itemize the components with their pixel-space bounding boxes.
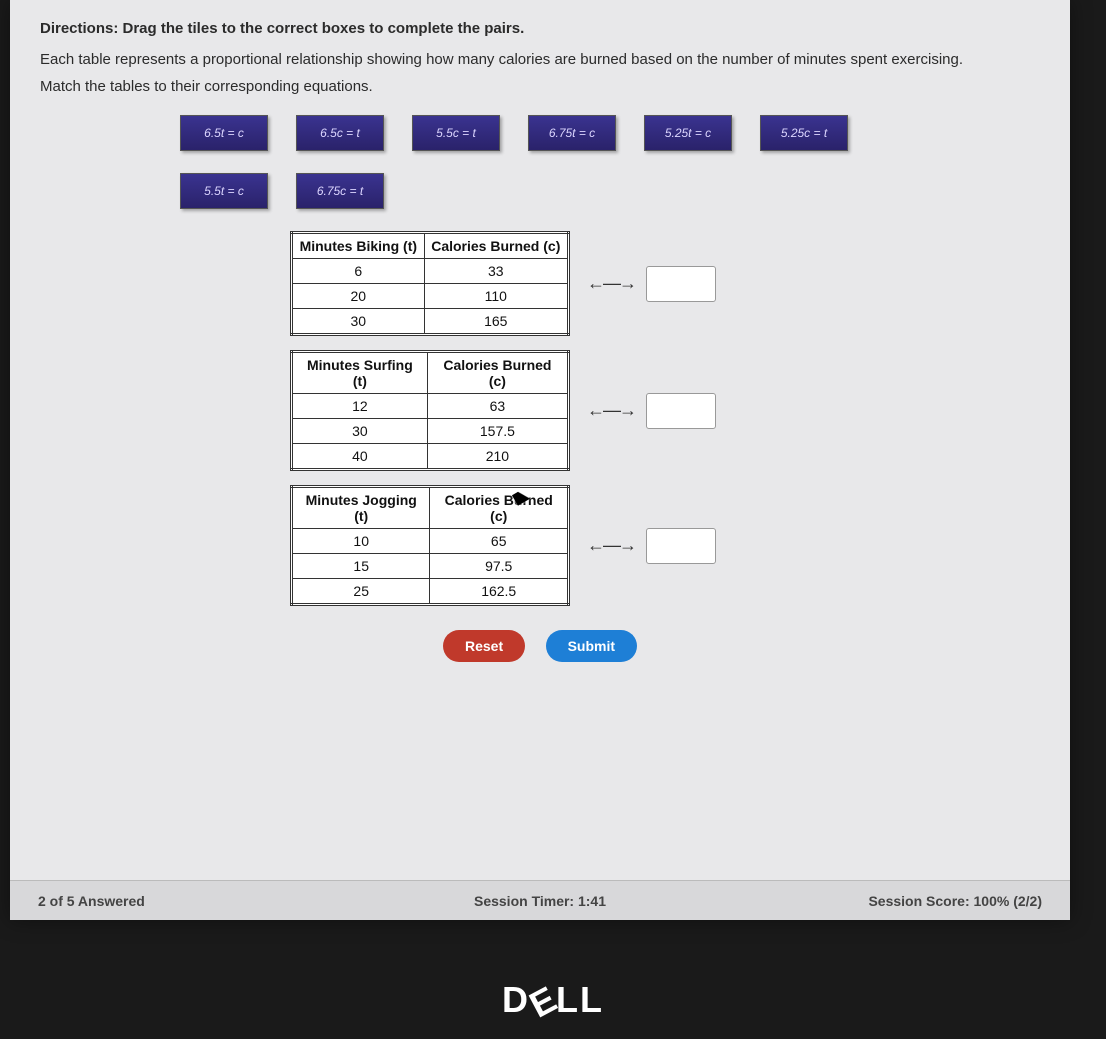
table-row: 40210 [292, 444, 569, 470]
table-row: 1597.5 [292, 554, 569, 579]
tile-6[interactable]: 5.25c = t [760, 115, 848, 151]
drop-slot-biking[interactable] [646, 266, 716, 302]
tile-3[interactable]: 5.5c = t [412, 115, 500, 151]
button-row: Reset Submit [40, 630, 1040, 662]
directions-text: Directions: Drag the tiles to the correc… [40, 20, 1040, 37]
th-biking-c: Calories Burned (c) [424, 233, 568, 259]
drop-slot-jogging[interactable] [646, 528, 716, 564]
reset-button[interactable]: Reset [443, 630, 525, 662]
tile-bank: 6.5t = c 6.5c = t 5.5c = t 6.75t = c 5.2… [40, 115, 1040, 209]
tile-row-1: 6.5t = c 6.5c = t 5.5c = t 6.75t = c 5.2… [180, 115, 1040, 151]
arrow-icon: ←—→ [576, 273, 646, 294]
drop-slot-surfing[interactable] [646, 393, 716, 429]
laptop-brand-logo: DELL [0, 979, 1106, 1021]
tile-1[interactable]: 6.5t = c [180, 115, 268, 151]
table-row: 1065 [292, 529, 569, 554]
th-biking-t: Minutes Biking (t) [292, 233, 425, 259]
footer-bar: 2 of 5 Answered Session Timer: 1:41 Sess… [10, 880, 1070, 920]
table-jogging: Minutes Jogging (t) Calories Burned (c) … [290, 485, 570, 606]
table-row: 30157.5 [292, 419, 569, 444]
table-row: 20110 [292, 284, 569, 309]
tile-7[interactable]: 5.5t = c [180, 173, 268, 209]
tables-area: Minutes Biking (t) Calories Burned (c) 6… [290, 231, 1040, 606]
pair-row-surfing: Minutes Surfing (t) Calories Burned (c) … [290, 350, 1040, 471]
question-card: Directions: Drag the tiles to the correc… [10, 0, 1070, 920]
th-jogging-c: Calories Burned (c) [430, 487, 569, 529]
pair-row-biking: Minutes Biking (t) Calories Burned (c) 6… [290, 231, 1040, 336]
submit-button[interactable]: Submit [546, 630, 637, 662]
tile-5[interactable]: 5.25t = c [644, 115, 732, 151]
th-jogging-t: Minutes Jogging (t) [292, 487, 430, 529]
table-row: 25162.5 [292, 579, 569, 605]
th-surfing-t: Minutes Surfing (t) [292, 352, 428, 394]
table-biking: Minutes Biking (t) Calories Burned (c) 6… [290, 231, 570, 336]
tile-2[interactable]: 6.5c = t [296, 115, 384, 151]
tile-4[interactable]: 6.75t = c [528, 115, 616, 151]
th-surfing-c: Calories Burned (c) [427, 352, 568, 394]
table-row: 1263 [292, 394, 569, 419]
pair-row-jogging: Minutes Jogging (t) Calories Burned (c) … [290, 485, 1040, 606]
intro-text: Each table represents a proportional rel… [40, 49, 1040, 70]
session-timer: Session Timer: 1:41 [10, 893, 1070, 909]
arrow-icon: ←—→ [576, 535, 646, 556]
table-surfing: Minutes Surfing (t) Calories Burned (c) … [290, 350, 570, 471]
table-row: 30165 [292, 309, 569, 335]
table-row: 633 [292, 259, 569, 284]
tile-8[interactable]: 6.75c = t [296, 173, 384, 209]
arrow-icon: ←—→ [576, 400, 646, 421]
instruction-text: Match the tables to their corresponding … [40, 78, 1040, 95]
tile-row-2: 5.5t = c 6.75c = t [180, 173, 1040, 209]
